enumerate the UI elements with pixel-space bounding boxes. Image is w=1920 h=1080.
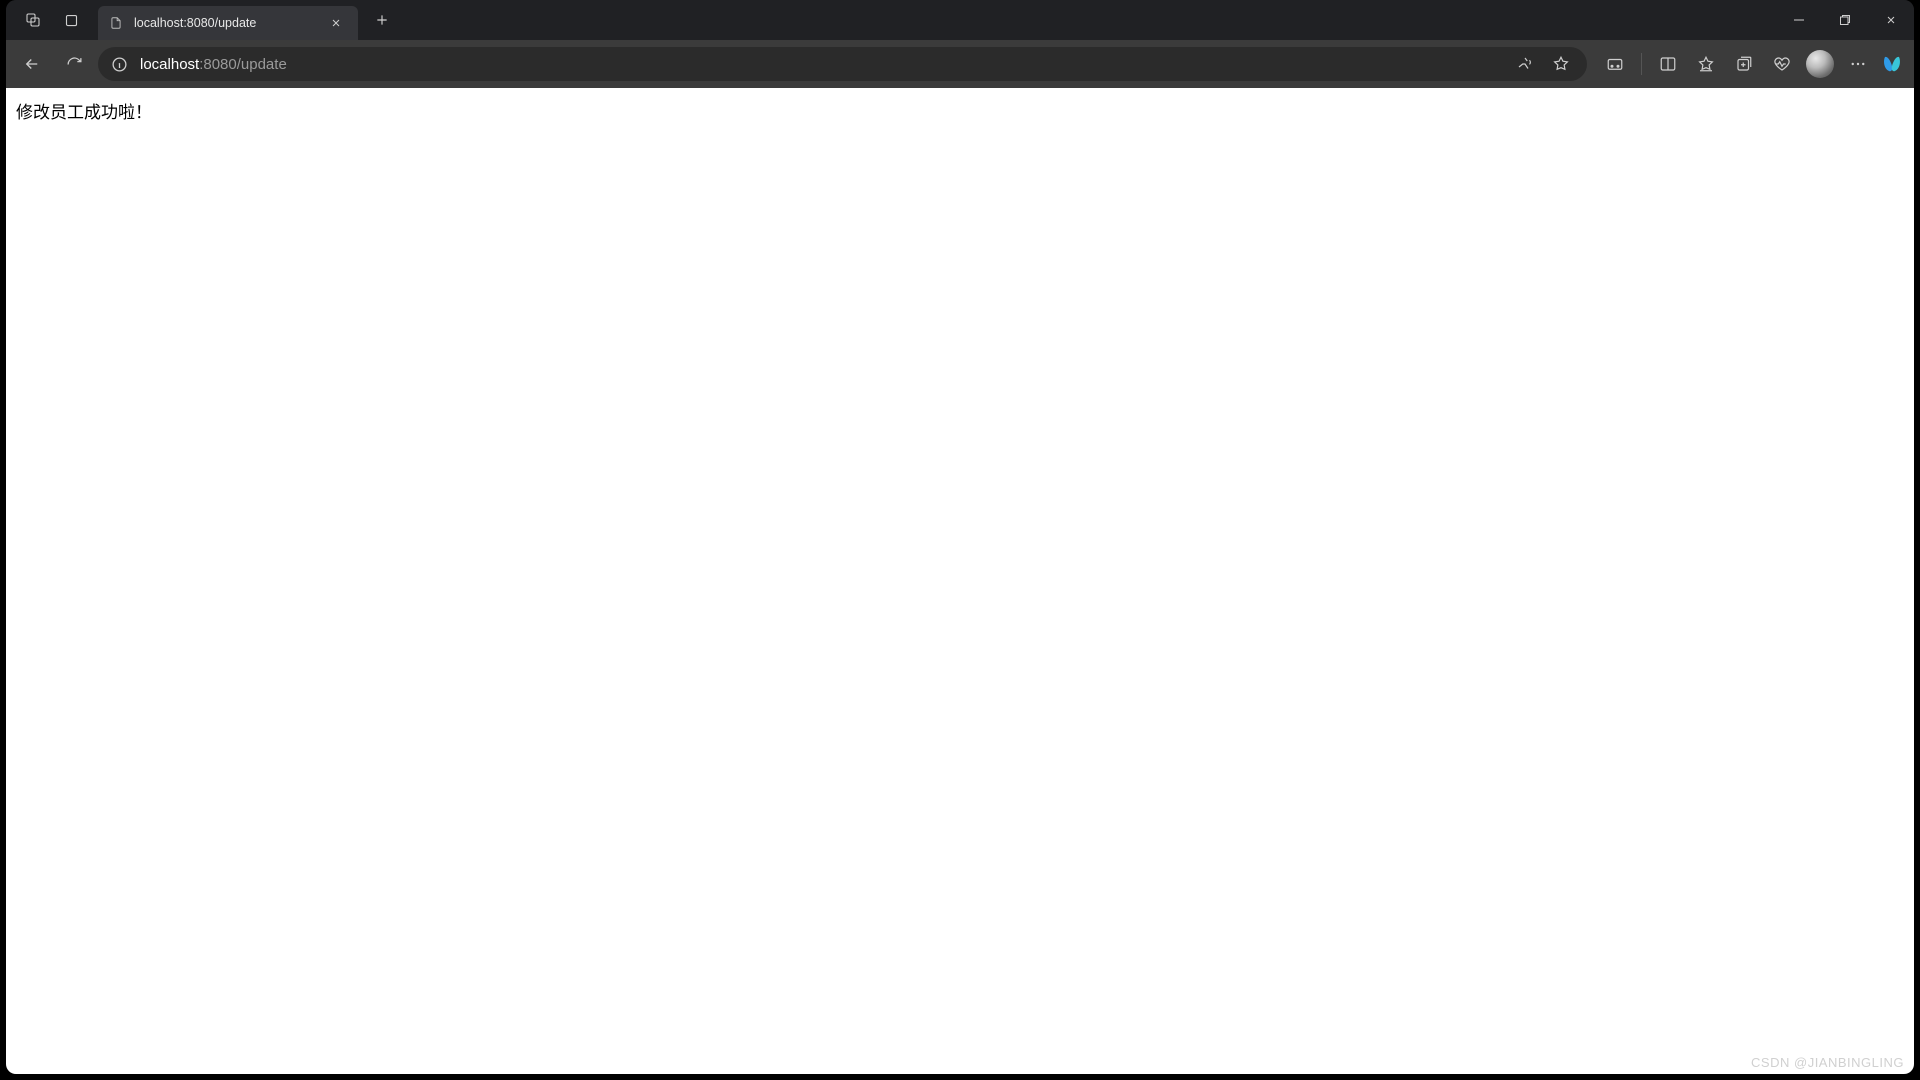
minimize-button[interactable]	[1776, 0, 1822, 40]
separator	[1641, 53, 1642, 75]
addressbar-right	[1509, 48, 1577, 80]
collections-icon	[1735, 55, 1753, 73]
split-screen-icon	[1659, 55, 1677, 73]
more-icon	[1849, 55, 1867, 73]
read-aloud-icon	[1516, 55, 1534, 73]
toolbar: localhost:8080/update	[6, 40, 1914, 88]
titlebar: localhost:8080/update	[6, 0, 1914, 40]
url-path: :8080/update	[199, 56, 287, 73]
tab-actions-button[interactable]	[54, 3, 88, 37]
back-button[interactable]	[14, 46, 50, 82]
new-tab-button[interactable]	[366, 4, 398, 36]
site-info-button[interactable]	[108, 53, 130, 75]
success-message: 修改员工成功啦！	[16, 98, 1904, 123]
url-text: localhost:8080/update	[140, 56, 1499, 73]
collections-button[interactable]	[1726, 46, 1762, 82]
favorites-button[interactable]	[1688, 46, 1724, 82]
tab-title: localhost:8080/update	[134, 16, 316, 30]
plus-icon	[375, 13, 389, 27]
page-content: 修改员工成功啦！ CSDN @JIANBINGLING	[6, 88, 1914, 1074]
heart-pulse-icon	[1773, 55, 1791, 73]
split-screen-button[interactable]	[1650, 46, 1686, 82]
url-host: localhost	[140, 56, 199, 73]
more-button[interactable]	[1840, 46, 1876, 82]
workspaces-button[interactable]	[16, 3, 50, 37]
refresh-button[interactable]	[56, 46, 92, 82]
titlebar-left	[6, 3, 88, 37]
favorite-button[interactable]	[1545, 48, 1577, 80]
favorites-icon	[1697, 55, 1715, 73]
close-icon	[330, 17, 342, 29]
close-icon	[1885, 14, 1897, 26]
address-bar[interactable]: localhost:8080/update	[98, 47, 1587, 81]
refresh-icon	[66, 56, 83, 73]
maximize-icon	[1839, 14, 1851, 26]
tab-square-icon	[64, 13, 79, 28]
screenshot-icon	[1606, 55, 1624, 73]
browser-tab[interactable]: localhost:8080/update	[98, 6, 358, 40]
info-icon	[111, 56, 128, 73]
file-icon	[108, 15, 124, 31]
minimize-icon	[1793, 14, 1805, 26]
read-aloud-button[interactable]	[1509, 48, 1541, 80]
close-window-button[interactable]	[1868, 0, 1914, 40]
window-controls	[1776, 0, 1914, 40]
watermark: CSDN @JIANBINGLING	[1751, 1055, 1904, 1070]
screenshot-button[interactable]	[1597, 46, 1633, 82]
browser-essentials-button[interactable]	[1764, 46, 1800, 82]
workspaces-icon	[25, 12, 41, 28]
profile-avatar[interactable]	[1806, 50, 1834, 78]
copilot-button[interactable]	[1878, 50, 1906, 78]
browser-window: localhost:8080/update	[6, 0, 1914, 1074]
maximize-button[interactable]	[1822, 0, 1868, 40]
toolbar-right	[1593, 46, 1906, 82]
arrow-left-icon	[23, 55, 41, 73]
star-icon	[1552, 55, 1570, 73]
tab-close-button[interactable]	[326, 13, 346, 33]
copilot-icon	[1880, 52, 1904, 76]
